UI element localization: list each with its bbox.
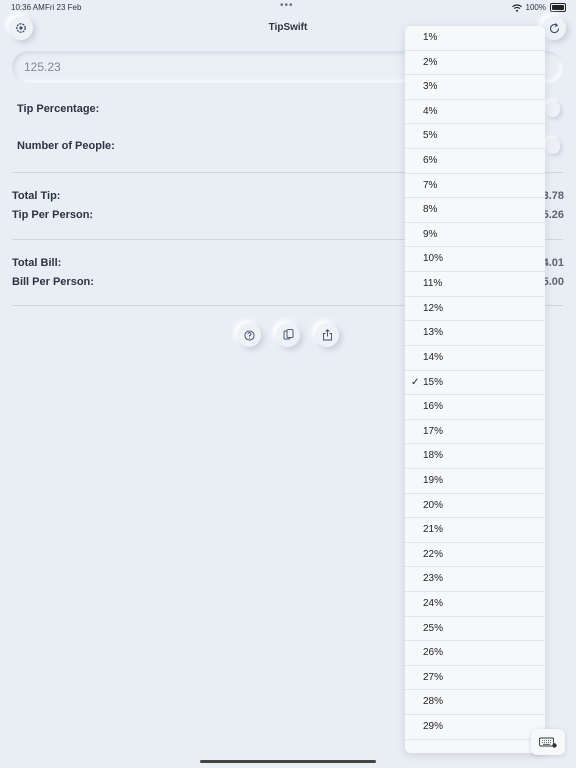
tip-per-person-label: Tip Per Person:	[12, 209, 94, 221]
tip-option-label: 4%	[423, 105, 438, 117]
tip-option-label: 13%	[423, 327, 444, 339]
tip-option-label: 20%	[423, 499, 444, 511]
tip-option-label: 5%	[423, 130, 438, 142]
tip-option-label: 9%	[423, 228, 438, 240]
share-button[interactable]	[315, 323, 339, 347]
tip-option[interactable]: 13%	[405, 321, 545, 346]
status-bar: 10:36 AM Fri 23 Feb ••• 100%	[0, 0, 576, 15]
home-indicator[interactable]	[200, 760, 376, 763]
bill-per-person-label: Bill Per Person:	[12, 276, 94, 288]
tip-option[interactable]: 7%	[405, 174, 545, 199]
multitasking-dots-icon[interactable]: •••	[280, 0, 294, 11]
tip-option[interactable]: 27%	[405, 666, 545, 691]
tip-option-label: 1%	[423, 32, 438, 43]
keyboard-icon	[539, 737, 557, 748]
tip-option-label: 16%	[423, 401, 444, 413]
total-tip-value: 3.78	[542, 190, 564, 202]
status-right: 100%	[511, 3, 566, 12]
people-stepper[interactable]	[546, 138, 560, 154]
battery-percent: 100%	[525, 3, 546, 12]
tip-option-label: 8%	[423, 204, 438, 216]
total-bill-value: 4.01	[542, 257, 564, 269]
tip-option[interactable]: 9%	[405, 223, 545, 248]
tip-option-label: 19%	[423, 474, 444, 486]
tip-option[interactable]: 11%	[405, 272, 545, 297]
tip-option-label: 18%	[423, 450, 444, 462]
tip-option[interactable]: 23%	[405, 567, 545, 593]
tip-option[interactable]: 4%	[405, 100, 545, 125]
tip-option-label: 27%	[423, 671, 444, 683]
share-icon	[322, 329, 332, 341]
tip-option[interactable]: 18%	[405, 444, 545, 469]
question-icon	[243, 329, 255, 341]
tip-option-label: 11%	[423, 278, 443, 290]
wifi-icon	[511, 3, 522, 12]
tip-percentage-dropdown[interactable]: 1% 2% 3% 4% 5% 6% 7% 8% 9% 10% 11% 12% 13% 14% ✓ 15% 16%…	[405, 26, 545, 753]
tip-option[interactable]: 2%	[405, 51, 545, 76]
tip-option-label: 24%	[423, 598, 444, 610]
tip-option[interactable]: 6%	[405, 149, 545, 174]
tip-percentage-label: Tip Percentage:	[17, 103, 100, 115]
tip-option[interactable]: 5%	[405, 124, 545, 150]
tip-option-label: 26%	[423, 647, 444, 659]
battery-icon	[550, 3, 566, 12]
tip-option-label: 28%	[423, 696, 444, 708]
status-time: 10:36 AM	[11, 3, 45, 12]
tip-option[interactable]: ✓ 15%	[405, 371, 545, 396]
number-of-people-label: Number of People:	[17, 140, 115, 152]
tip-option[interactable]: 14%	[405, 346, 545, 371]
tip-option-label: 14%	[423, 351, 444, 363]
reset-button[interactable]	[542, 16, 566, 40]
tip-option-label: 3%	[423, 81, 438, 93]
tip-option[interactable]: 24%	[405, 592, 545, 617]
tip-option[interactable]: 12%	[405, 297, 545, 322]
tip-option-label: 21%	[423, 524, 444, 536]
tip-option[interactable]: 8%	[405, 198, 545, 223]
tip-option-label: 22%	[423, 548, 444, 560]
tip-option-label: 29%	[423, 721, 444, 733]
tip-option-label: 12%	[423, 302, 444, 314]
tip-option[interactable]: 17%	[405, 420, 545, 445]
tip-option[interactable]: 22%	[405, 543, 545, 568]
tip-option[interactable]: 25%	[405, 617, 545, 642]
refresh-icon	[549, 22, 559, 33]
bill-per-person-value: 5.00	[542, 276, 564, 288]
help-button[interactable]	[237, 323, 261, 347]
keyboard-button[interactable]	[531, 729, 565, 755]
tip-percentage-picker[interactable]	[546, 101, 560, 117]
tip-option[interactable]: 19%	[405, 469, 545, 494]
status-date: Fri 23 Feb	[45, 3, 82, 12]
tip-option-label: 7%	[423, 179, 438, 191]
tip-option[interactable]: 1%	[405, 26, 545, 51]
tip-option-label: 6%	[423, 155, 438, 167]
tip-option[interactable]: 16%	[405, 395, 545, 420]
tip-option-label: 17%	[423, 425, 444, 437]
tip-option-label: 23%	[423, 573, 444, 585]
tip-option[interactable]: 29%	[405, 715, 545, 740]
copy-icon	[283, 329, 293, 340]
tip-option-label: 15%	[423, 376, 444, 388]
copy-button[interactable]	[276, 323, 300, 347]
total-bill-label: Total Bill:	[12, 257, 62, 269]
tip-option[interactable]: 28%	[405, 690, 545, 716]
tip-option[interactable]: 26%	[405, 641, 545, 666]
tip-option[interactable]: 21%	[405, 518, 545, 543]
tip-option[interactable]: 20%	[405, 494, 545, 519]
tip-option-label: 10%	[423, 253, 444, 265]
tip-option-label: 25%	[423, 622, 444, 634]
checkmark-icon: ✓	[411, 376, 420, 388]
total-tip-label: Total Tip:	[12, 190, 61, 202]
tip-option-label: 2%	[423, 56, 438, 68]
tip-option[interactable]: 10%	[405, 247, 545, 273]
tip-option[interactable]: 3%	[405, 75, 545, 100]
tip-per-person-value: 5.26	[542, 209, 564, 221]
